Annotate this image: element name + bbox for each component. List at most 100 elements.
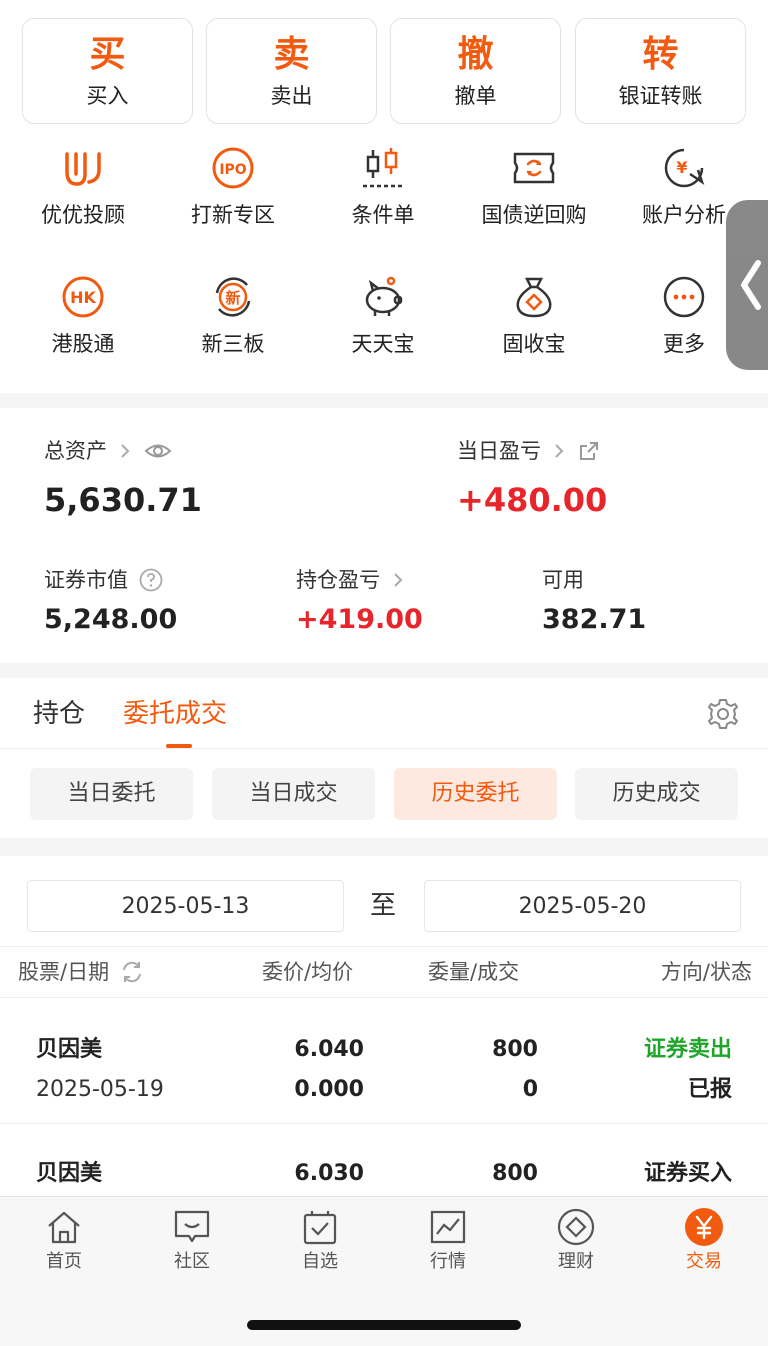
yuan-icon [685,1208,723,1246]
nav-watchlist[interactable]: 自选 [256,1207,384,1273]
daily-pnl-label: 当日盈亏 [457,439,541,463]
chart-icon [430,1210,466,1244]
gear-icon[interactable] [705,696,741,732]
market-value: 5,248.00 [44,604,178,635]
grid-label: 港股通 [51,332,115,356]
cancel-glyph: 撤 [457,34,494,75]
chevron-right-icon [121,444,130,458]
uu-advisor-icon [65,152,101,186]
grid-item-ipo[interactable]: IPO 打新专区 [158,144,308,228]
table-row[interactable]: 贝因美 6.030 800 证券买入 [0,1156,768,1196]
bank-transfer-button[interactable]: 转 银证转账 [575,18,746,124]
grid-label: 优优投顾 [41,203,125,227]
grid-item-hk-connect[interactable]: HK 港股通 [8,273,158,357]
chip-today-orders[interactable]: 当日委托 [30,768,193,820]
new-third-board-icon: 新 [215,277,251,317]
sell-glyph: 卖 [273,34,310,75]
nav-home[interactable]: 首页 [0,1207,128,1273]
grid-label: 条件单 [351,203,415,227]
buy-glyph: 买 [89,34,126,75]
grid-item-tiantianbao[interactable]: 天天宝 [308,273,458,357]
market-value-label: 证券市值 [44,568,128,592]
grid-label: 固收宝 [502,332,566,356]
grid-item-uu-advisor[interactable]: 优优投顾 [8,144,158,228]
order-status: 已报 [687,1077,732,1102]
nav-wealth[interactable]: 理财 [512,1207,640,1273]
chevron-right-icon [555,444,564,458]
grid-item-conditional-order[interactable]: 条件单 [308,144,458,228]
svg-text:¥: ¥ [676,158,687,177]
position-pnl-label: 持仓盈亏 [296,568,380,592]
more-icon [663,276,705,318]
order-price: 6.040 [294,1037,364,1062]
bond-repo-icon [513,152,555,184]
grid-item-new-third-board[interactable]: 新 新三板 [158,273,308,357]
header-stock-date: 股票/日期 [18,959,145,985]
side-drawer-handle[interactable] [726,200,768,370]
filled-quantity: 0 [522,1077,538,1102]
sell-button[interactable]: 卖 卖出 [206,18,377,124]
chip-history-orders[interactable]: 历史委托 [394,768,557,820]
nav-community[interactable]: 社区 [128,1207,256,1273]
header-price: 委价/均价 [262,960,354,984]
share-icon[interactable] [577,439,601,463]
money-bag-icon [516,277,552,318]
sell-label: 卖出 [270,84,313,108]
order-price: 6.030 [294,1161,364,1186]
nav-market[interactable]: 行情 [384,1207,512,1273]
buy-button[interactable]: 买 买入 [22,18,193,124]
order-date: 2025-05-19 [36,1077,164,1102]
candlestick-icon [363,148,403,188]
position-pnl-link[interactable]: 持仓盈亏 [296,567,410,593]
chip-history-trades[interactable]: 历史成交 [575,768,738,820]
svg-text:HK: HK [70,288,96,307]
chat-bubble-icon [174,1210,210,1243]
total-assets-value: 5,630.71 [44,481,202,519]
chevron-right-icon [394,573,403,587]
order-tabs: 持仓 委托成交 当日委托 当日成交 历史委托 历史成交 [0,678,768,838]
hk-icon: HK [62,276,104,318]
available-label: 可用 [542,568,584,592]
order-quantity: 800 [492,1161,538,1186]
refresh-icon[interactable] [119,959,145,985]
daily-pnl-link[interactable]: 当日盈亏 [457,438,601,464]
order-direction: 证券买入 [643,1161,732,1186]
grid-label: 新三板 [201,332,265,356]
table-row[interactable]: 贝因美 6.040 800 证券卖出 2025-05-19 0.000 0 已报 [0,1032,768,1122]
order-quantity: 800 [492,1037,538,1062]
nav-trade[interactable]: 交易 [640,1207,768,1273]
table-header: 股票/日期 委价/均价 委量/成交 方向/状态 [0,946,768,998]
market-value-row: 证券市值 [44,567,164,593]
grid-item-gushoubao[interactable]: 固收宝 [459,273,609,357]
total-assets-label: 总资产 [44,439,107,463]
order-direction: 证券卖出 [643,1037,732,1062]
order-history: 2025-05-13 至 2025-05-20 股票/日期 委价/均价 委量/成… [0,856,768,1196]
piggy-bank-icon [365,276,403,316]
start-date-picker[interactable]: 2025-05-13 [27,880,344,932]
svg-text:新: 新 [225,289,240,307]
quick-actions-panel: 买 买入 卖 卖出 撤 撤单 转 银证转账 优优投顾 IPO 打新专区 条件单 … [0,0,768,393]
cancel-order-button[interactable]: 撤 撤单 [390,18,561,124]
available-value: 382.71 [542,604,647,635]
eye-icon[interactable] [143,439,173,463]
header-quantity: 委量/成交 [428,960,520,984]
transfer-glyph: 转 [642,34,679,75]
position-pnl-value: +419.00 [296,604,423,635]
grid-label: 国债逆回购 [481,203,587,227]
home-indicator [247,1320,521,1330]
tab-holdings[interactable]: 持仓 [33,698,85,730]
divider [0,1123,768,1124]
stock-name: 贝因美 [36,1037,103,1062]
grid-item-bond-repo[interactable]: 国债逆回购 [459,144,609,228]
total-assets-link[interactable]: 总资产 [44,438,173,464]
tab-orders[interactable]: 委托成交 [123,698,227,730]
chip-today-trades[interactable]: 当日成交 [212,768,375,820]
help-icon[interactable] [138,567,164,593]
svg-text:IPO: IPO [219,162,246,178]
home-icon [48,1211,80,1244]
transfer-label: 银证转账 [618,84,703,108]
account-analysis-icon: ¥ [664,148,705,188]
buy-label: 买入 [86,84,129,108]
end-date-picker[interactable]: 2025-05-20 [424,880,741,932]
asset-summary: 总资产 5,630.71 当日盈亏 +480.00 证券市值 5,248.00 … [0,408,768,663]
